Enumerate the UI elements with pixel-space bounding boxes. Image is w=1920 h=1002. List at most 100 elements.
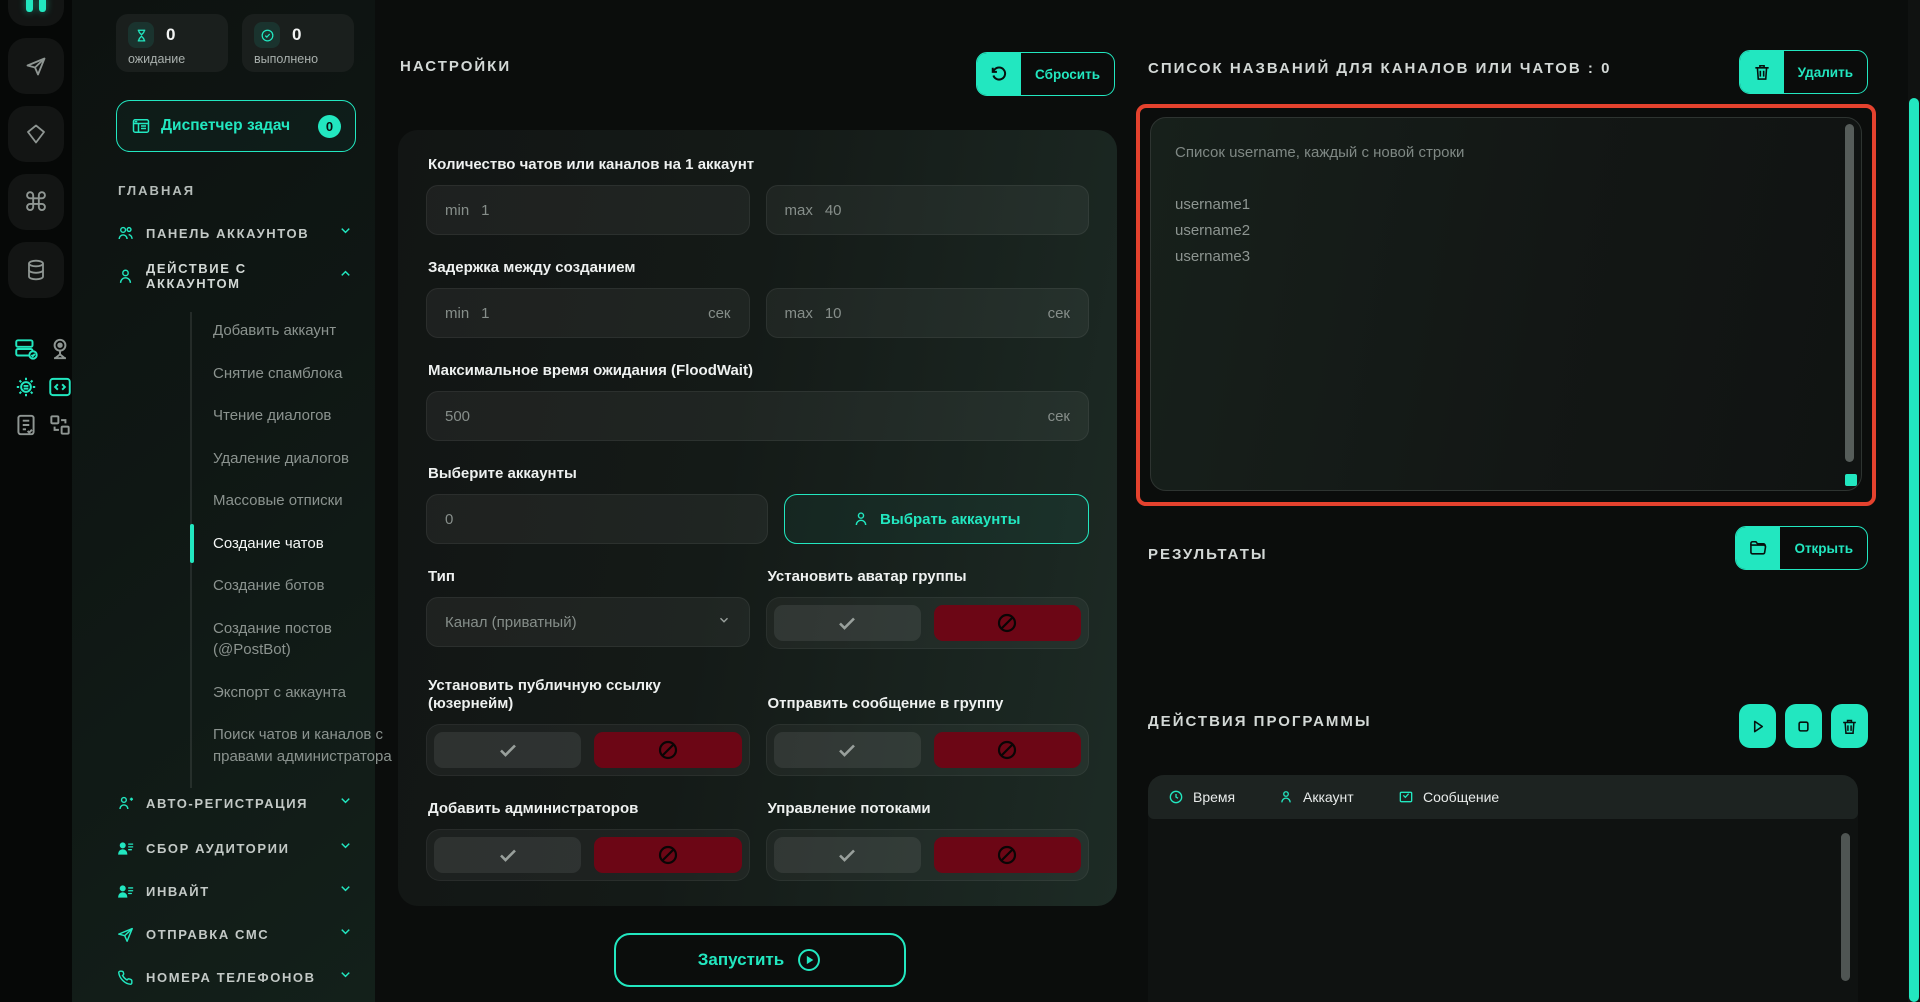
channel-names-textarea[interactable]: Список username, каждый с новой строки u…	[1150, 117, 1862, 491]
sidebar-item-sms[interactable]: ОТПРАВКА СМС	[116, 921, 353, 947]
field-label: Тип	[428, 568, 750, 586]
toggle-yes-option[interactable]	[774, 732, 921, 768]
sidebar-item-phone-numbers[interactable]: НОМЕРА ТЕЛЕФОНОВ	[116, 964, 353, 990]
max-chats-input[interactable]: max 40	[766, 185, 1090, 235]
sidebar-item-label: ОТПРАВКА СМС	[146, 927, 269, 942]
min-delay-input[interactable]: min 1 сек	[426, 288, 750, 338]
chevron-down-icon	[717, 613, 731, 631]
log-scrollbar-thumb[interactable]	[1841, 833, 1850, 981]
play-log-button[interactable]	[1739, 704, 1776, 748]
toggle-yes-option[interactable]	[774, 837, 921, 873]
threads-toggle	[766, 829, 1090, 881]
channels-list-title: СПИСОК НАЗВАНИЙ ДЛЯ КАНАЛОВ ИЛИ ЧАТОВ : …	[1148, 60, 1611, 77]
sidebar-item-account-actions[interactable]: ДЕЙСТВИЕ С АККАУНТОМ	[116, 263, 353, 289]
open-button-label: Открыть	[1780, 527, 1867, 569]
admins-threads-row: Добавить администраторов Управление пото…	[426, 800, 1089, 881]
task-manager-button[interactable]: Диспетчер задач 0	[116, 100, 356, 152]
stop-log-button[interactable]	[1785, 704, 1822, 748]
hourglass-icon	[128, 22, 154, 48]
sidebar: 0 ожидание 0 выполнено Диспетчер задач 0…	[72, 0, 375, 1002]
user-icon	[116, 267, 135, 286]
unit-suffix: сек	[1048, 305, 1070, 322]
page-scrollbar[interactable]	[1908, 0, 1920, 1002]
task-window-icon	[131, 116, 151, 136]
phone-icon	[116, 968, 135, 987]
max-value: 40	[825, 202, 842, 219]
app-logo-button[interactable]	[8, 0, 64, 26]
select-accounts-button[interactable]: Выбрать аккаунты	[784, 494, 1090, 544]
user-icon	[1278, 789, 1294, 805]
program-actions-title: ДЕЙСТВИЯ ПРОГРАММЫ	[1148, 713, 1372, 730]
folder-icon	[1736, 527, 1780, 569]
clear-log-button[interactable]	[1831, 704, 1868, 748]
swap-icon[interactable]	[47, 412, 73, 438]
max-delay-input[interactable]: max 10 сек	[766, 288, 1090, 338]
toggle-yes-option[interactable]	[434, 732, 581, 768]
app-window: ⌘ 0 ожи	[0, 0, 1920, 1002]
doc-check-icon[interactable]	[13, 412, 39, 438]
select-accounts-label: Выбрать аккаунты	[880, 511, 1020, 528]
column-label: Аккаунт	[1303, 789, 1354, 805]
toggle-yes-option[interactable]	[774, 605, 921, 641]
chevron-down-icon	[338, 223, 353, 243]
textarea-scrollbar-thumb[interactable]	[1845, 124, 1854, 462]
program-actions-table: Время Аккаунт Сообщение	[1148, 775, 1858, 1002]
clock-icon	[1168, 789, 1184, 805]
floodwait-group: Максимальное время ожидания (FloodWait) …	[426, 362, 1089, 441]
trash-icon	[1740, 51, 1784, 93]
delete-button-label: Удалить	[1784, 51, 1867, 93]
reset-button[interactable]: Сбросить	[976, 52, 1115, 96]
chevron-down-icon	[338, 838, 353, 858]
pending-count: 0	[166, 25, 175, 45]
delete-list-button[interactable]: Удалить	[1739, 50, 1868, 94]
check-icon	[496, 843, 520, 867]
gear-icon[interactable]	[13, 374, 39, 400]
column-time: Время	[1168, 789, 1278, 805]
min-chats-input[interactable]: min 1	[426, 185, 750, 235]
delay-group: Задержка между созданием min 1 сек max 1…	[426, 259, 1089, 338]
done-label: выполнено	[254, 52, 354, 66]
accounts-count-input[interactable]: 0	[426, 494, 768, 544]
type-select[interactable]: Канал (приватный)	[426, 597, 750, 647]
field-label: Максимальное время ожидания (FloodWait)	[428, 362, 1089, 380]
send-nav-button[interactable]	[8, 38, 64, 94]
command-nav-button[interactable]: ⌘	[8, 174, 64, 230]
sidebar-item-auto-registration[interactable]: АВТО-РЕГИСТРАЦИЯ	[116, 790, 353, 816]
mail-icon	[1398, 789, 1414, 805]
toggle-no-option[interactable]	[594, 732, 741, 768]
diamond-icon	[24, 122, 48, 146]
results-title: РЕЗУЛЬТАТЫ	[1148, 546, 1268, 563]
sidebar-item-label: ДЕЙСТВИЕ С АККАУНТОМ	[146, 261, 327, 291]
send-icon	[24, 54, 48, 78]
webcam-icon[interactable]	[47, 336, 73, 362]
toggle-no-option[interactable]	[934, 605, 1081, 641]
field-label: Установить аватар группы	[768, 568, 1090, 586]
settings-card: Количество чатов или каналов на 1 аккаун…	[398, 130, 1117, 906]
pending-stat-card: 0 ожидание	[116, 14, 228, 72]
sidebar-item-label: ПАНЕЛЬ АККАУНТОВ	[146, 226, 309, 241]
example-username: username3	[1175, 244, 1837, 270]
toggle-no-option[interactable]	[934, 732, 1081, 768]
section-heading-main: ГЛАВНАЯ	[118, 183, 195, 198]
code-window-icon[interactable]	[47, 374, 73, 400]
sidebar-item-label: ИНВАЙТ	[146, 884, 210, 899]
toggle-yes-option[interactable]	[434, 837, 581, 873]
floodwait-input[interactable]: 500 сек	[426, 391, 1089, 441]
done-count: 0	[292, 25, 301, 45]
stop-icon	[1794, 717, 1813, 736]
diamond-nav-button[interactable]	[8, 106, 64, 162]
send-message-toggle	[766, 724, 1090, 776]
textarea-resize-handle[interactable]	[1845, 474, 1857, 486]
database-nav-button[interactable]	[8, 242, 64, 298]
user-icon	[852, 510, 870, 528]
toggle-no-option[interactable]	[594, 837, 741, 873]
server-check-icon[interactable]	[13, 336, 39, 362]
run-button[interactable]: Запустить	[614, 933, 906, 987]
sidebar-item-audience[interactable]: СБОР АУДИТОРИИ	[116, 835, 353, 861]
page-scrollbar-thumb[interactable]	[1909, 98, 1919, 1002]
settings-title: НАСТРОЙКИ	[400, 58, 511, 75]
sidebar-item-accounts-panel[interactable]: ПАНЕЛЬ АККАУНТОВ	[116, 220, 353, 246]
toggle-no-option[interactable]	[934, 837, 1081, 873]
sidebar-item-invite[interactable]: ИНВАЙТ	[116, 878, 353, 904]
open-results-button[interactable]: Открыть	[1735, 526, 1868, 570]
